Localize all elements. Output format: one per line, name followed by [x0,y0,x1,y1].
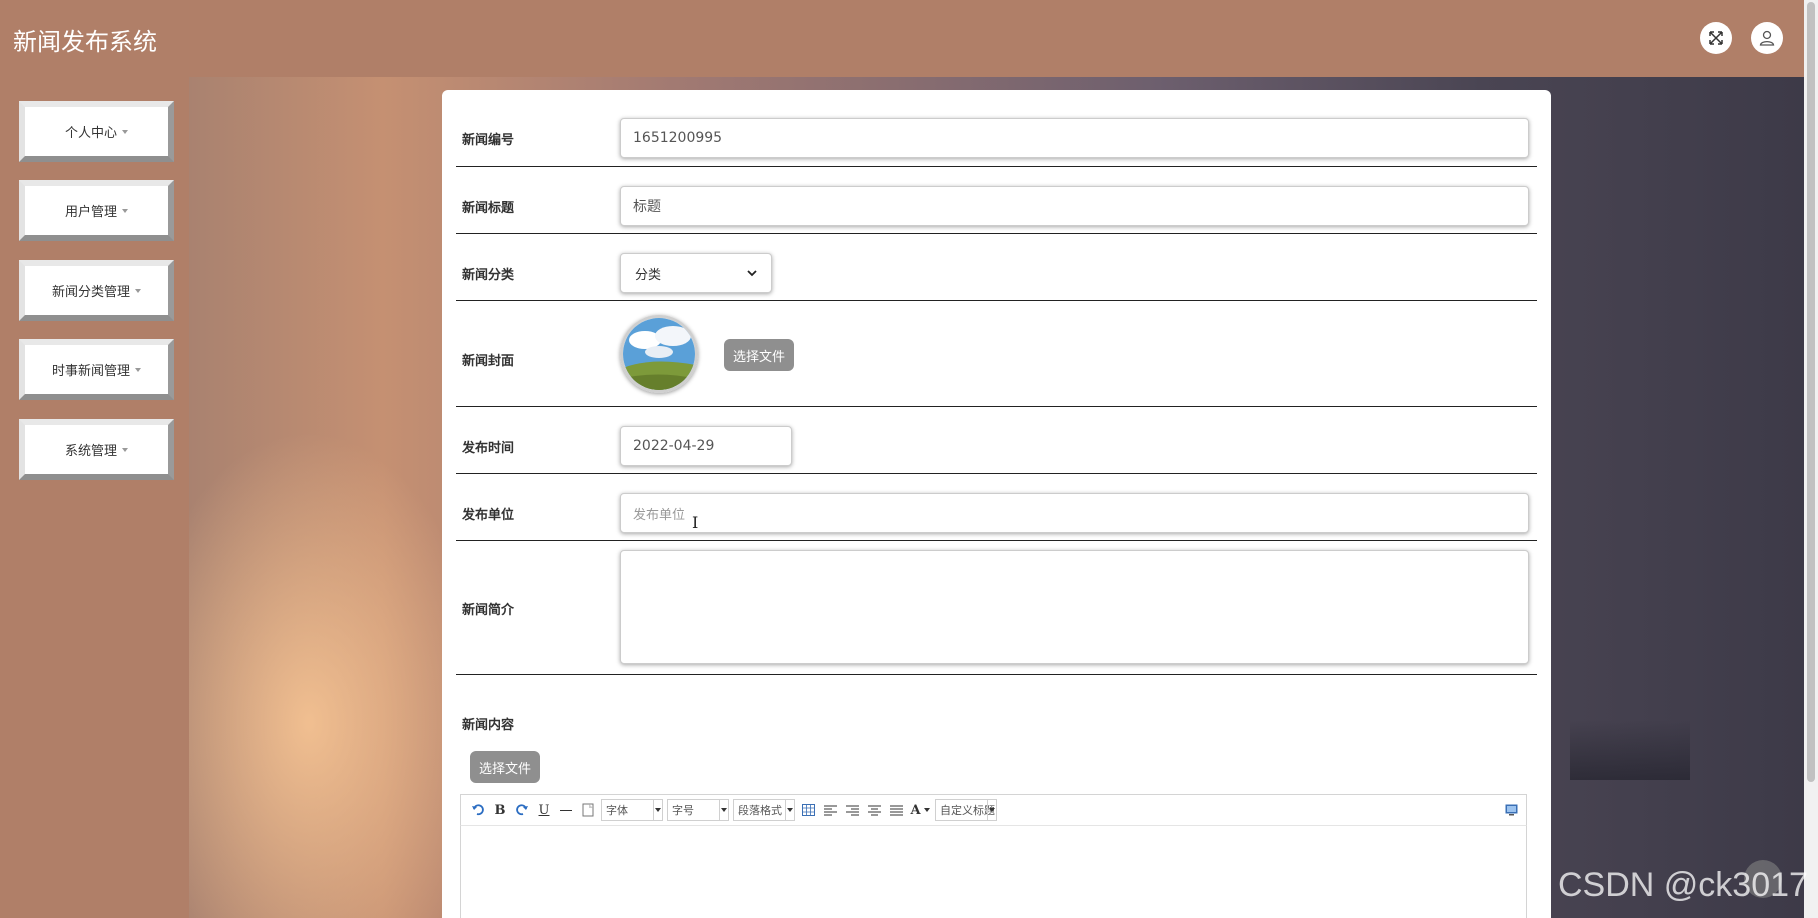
underline-icon[interactable]: U [533,799,555,821]
user-button[interactable] [1751,22,1783,54]
form-row-publisher: 发布单位 发布单位 [456,474,1537,541]
sidebar-item-system-management[interactable]: 系统管理 [19,419,174,480]
sidebar-item-label: 用户管理 [64,205,117,220]
cover-choose-file-button[interactable]: 选择文件 [724,339,795,371]
news-title-label: 新闻标题 [462,201,515,216]
paragraph-format-label: 段落格式 [738,804,782,817]
align-left-icon[interactable] [819,799,841,821]
user-icon [1759,30,1775,46]
dropdown-arrow-icon [655,808,661,812]
news-cover-label: 新闻封面 [462,354,515,369]
background-skyline [1570,720,1690,780]
caret-down-icon [122,208,128,213]
cover-preview-image [620,315,698,393]
source-view-icon[interactable] [1500,799,1522,821]
custom-title-select[interactable]: 自定义标题 [935,799,997,821]
align-center-icon[interactable] [863,799,885,821]
form-row-summary: 新闻简介 [456,541,1537,675]
fullscreen-button[interactable] [1700,22,1732,54]
news-category-select[interactable]: 分类 [620,253,772,293]
sidebar-item-label: 时事新闻管理 [51,364,130,379]
form-row-news-category: 新闻分类 分类 [456,234,1537,301]
dropdown-arrow-icon [989,808,995,812]
align-justify-icon[interactable] [885,799,907,821]
news-category-value: 分类 [635,267,662,283]
content-label: 新闻内容 [462,718,515,733]
font-size-select[interactable]: 字号 [667,799,729,821]
editor-toolbar: B U 字体 字号 段落格式 A 自定义标题 [460,794,1527,826]
sidebar-item-personal-center[interactable]: 个人中心 [19,101,174,162]
align-right-icon[interactable] [841,799,863,821]
chevron-down-icon [747,270,757,277]
news-no-input[interactable]: 1651200995 [620,118,1529,158]
summary-textarea[interactable] [620,550,1529,664]
caret-down-icon [122,129,128,134]
font-family-label: 字体 [606,804,628,817]
sidebar: 个人中心 用户管理 新闻分类管理 时事新闻管理 系统管理 [0,77,189,918]
content-editor-area[interactable] [460,826,1527,918]
form-row-news-title: 新闻标题 标题 [456,167,1537,234]
news-title-input[interactable]: 标题 [620,186,1529,226]
paste-icon[interactable] [577,799,599,821]
form-row-news-cover: 新闻封面 选择文件 [456,301,1537,407]
dropdown-arrow-icon [787,808,793,812]
redo-icon[interactable] [511,799,533,821]
expand-icon [1709,31,1723,45]
paragraph-format-select[interactable]: 段落格式 [733,799,795,821]
caret-down-icon [122,447,128,452]
scrollbar-thumb[interactable] [1807,2,1815,782]
watermark-text: CSDN @ck3017 [1558,866,1808,904]
table-icon[interactable] [797,799,819,821]
form-row-news-no: 新闻编号 1651200995 [456,90,1537,167]
sidebar-item-user-management[interactable]: 用户管理 [19,180,174,241]
top-header: 新闻发布系统 [0,0,1804,77]
caret-down-icon [135,288,141,293]
sidebar-item-label: 系统管理 [64,444,117,459]
caret-down-icon [135,367,141,372]
horizontal-rule-icon[interactable] [555,799,577,821]
sidebar-item-news-management[interactable]: 时事新闻管理 [19,339,174,400]
form-row-publish-time: 发布时间 2022-04-29 [456,407,1537,474]
sidebar-item-label: 新闻分类管理 [51,285,130,300]
font-color-icon[interactable]: A [907,799,933,821]
publisher-input[interactable]: 发布单位 [620,493,1529,533]
publish-time-input[interactable]: 2022-04-29 [620,426,792,466]
publish-time-label: 发布时间 [462,441,515,456]
text-cursor-icon: I [692,513,699,532]
dropdown-arrow-icon [721,808,727,812]
font-family-select[interactable]: 字体 [601,799,663,821]
news-no-label: 新闻编号 [462,133,515,148]
news-form-card: 新闻编号 1651200995 新闻标题 标题 新闻分类 分类 新闻封面 选择文… [442,90,1551,918]
undo-icon[interactable] [467,799,489,821]
publisher-label: 发布单位 [462,508,515,523]
sidebar-item-category-management[interactable]: 新闻分类管理 [19,260,174,321]
news-category-label: 新闻分类 [462,268,515,283]
sidebar-item-label: 个人中心 [64,126,117,141]
summary-label: 新闻简介 [462,603,515,618]
content-choose-file-button[interactable]: 选择文件 [470,751,541,783]
bold-icon[interactable]: B [489,799,511,821]
app-title: 新闻发布系统 [13,28,157,56]
font-size-label: 字号 [672,804,694,817]
